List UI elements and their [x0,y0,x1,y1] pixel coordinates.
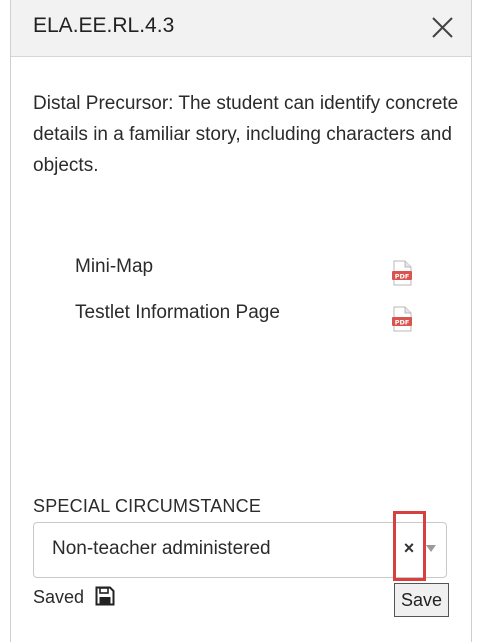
special-circumstance-select[interactable]: Non-teacher administered × [33,522,447,578]
pdf-icon[interactable]: PDF [391,260,413,286]
save-button[interactable]: Save [394,583,449,617]
close-button[interactable] [425,10,459,44]
mini-map-link[interactable]: Mini-Map [75,256,153,278]
special-circumstance-label: SPECIAL CIRCUMSTANCE [33,496,262,516]
resource-item: Mini-Map PDF [75,256,445,302]
saved-text: Saved [33,587,85,607]
selected-value: Non-teacher administered [52,538,271,559]
resource-item: Testlet Information Page PDF [75,302,445,348]
pdf-icon[interactable]: PDF [391,306,413,332]
floppy-disk-icon [95,586,115,606]
panel-header: ELA.EE.RL.4.3 [11,0,471,57]
resource-list: Mini-Map PDF Testlet Information Page PD… [75,256,445,348]
annotation-highlight-box [393,511,426,581]
close-icon [432,17,453,38]
saved-status: Saved [33,586,115,608]
svg-text:PDF: PDF [395,273,410,281]
panel-title: ELA.EE.RL.4.3 [33,14,175,37]
svg-text:PDF: PDF [395,319,410,327]
testlet-information-page-link[interactable]: Testlet Information Page [75,302,280,324]
linkage-level-description: Distal Precursor: The student can identi… [33,93,459,176]
chevron-down-icon[interactable] [426,545,436,552]
